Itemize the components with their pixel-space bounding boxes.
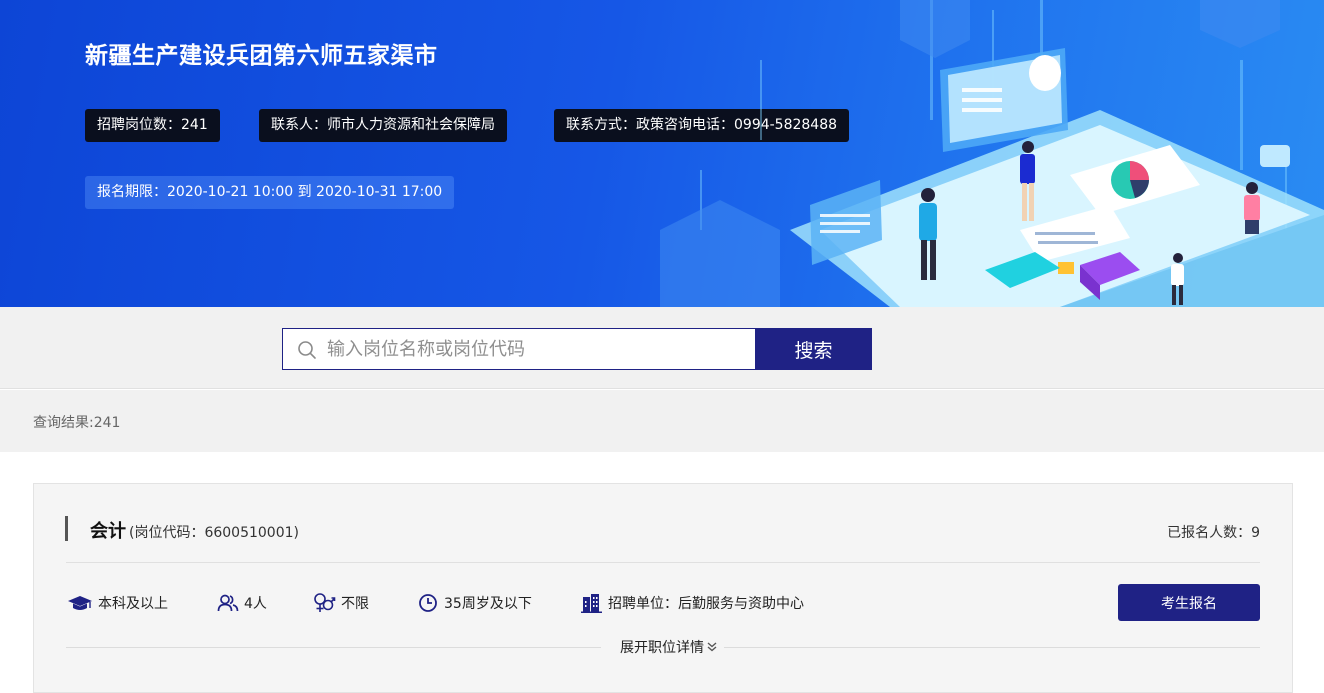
banner-illustration [660,0,1324,307]
education-text: 本科及以上 [98,596,168,612]
expand-details-label: 展开职位详情 [620,640,704,656]
card-divider [66,562,1260,563]
expand-divider-right [724,647,1260,648]
gender-icon [314,593,336,612]
gender-text: 不限 [341,596,369,612]
attr-age: 35周岁及以下 [417,592,532,614]
banner-title: 新疆生产建设兵团第六师五家渠市 [85,43,438,69]
search-zone: 搜索 [0,307,1324,389]
headcount-text: 4人 [244,596,267,612]
expand-divider-left [66,647,601,648]
result-zone: 查询结果:241 [0,390,1324,452]
double-chevron-down-icon [707,642,717,652]
graduation-cap-icon [68,596,92,610]
clock-icon [419,594,437,612]
applicant-count: 已报名人数：9 [1167,525,1260,541]
job-code: (岗位代码：6600510001) [129,525,299,541]
title-accent-bar [65,516,68,541]
users-icon [217,594,239,612]
attr-unit: 招聘单位：后勤服务与资助中心 [581,592,804,614]
apply-button[interactable]: 考生报名 [1118,584,1260,621]
positions-tag: 招聘岗位数：241 [85,109,220,142]
contact-tag: 联系人：师市人力资源和社会保障局 [259,109,507,142]
expand-details-toggle[interactable]: 展开职位详情 [620,637,718,657]
search-box[interactable] [282,328,756,370]
unit-text: 招聘单位：后勤服务与资助中心 [608,596,804,612]
search-icon [298,341,316,359]
search-input[interactable] [327,329,747,369]
building-icon [581,594,602,613]
deadline-tag: 报名期限：2020-10-21 10:00 到 2020-10-31 17:00 [85,176,455,209]
job-title: 会计 [90,521,126,542]
attr-headcount: 4人 [217,592,267,614]
attr-gender: 不限 [312,592,369,614]
job-card: 会计 (岗位代码：6600510001) 已报名人数：9 本科及以上 4人 不限 [33,483,1293,693]
banner: 新疆生产建设兵团第六师五家渠市 招聘岗位数：241 联系人：师市人力资源和社会保… [0,0,1324,307]
age-text: 35周岁及以下 [444,596,532,612]
result-count: 查询结果:241 [33,415,121,431]
attr-education: 本科及以上 [67,592,168,614]
search-button[interactable]: 搜索 [755,328,872,370]
